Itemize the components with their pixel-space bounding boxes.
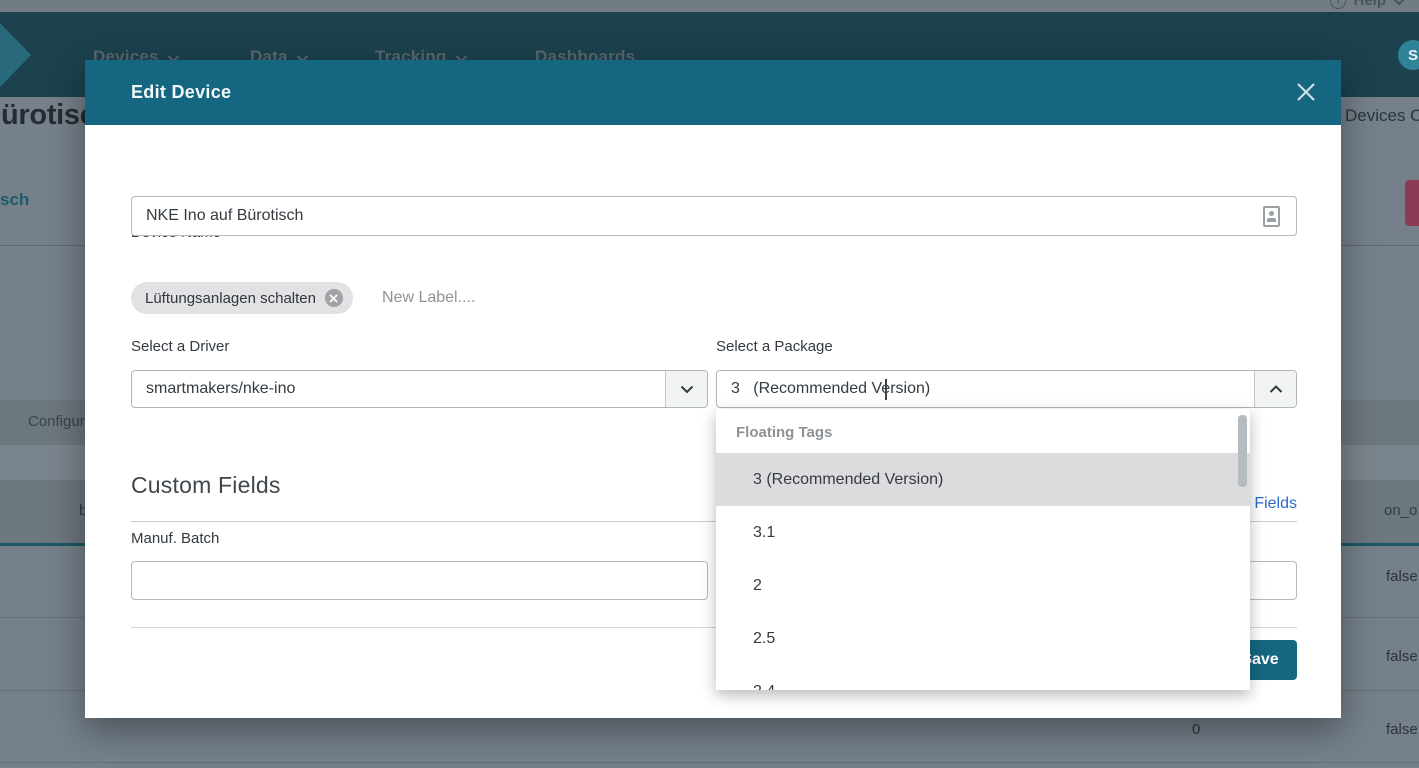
manuf-batch-input[interactable]: [131, 561, 708, 600]
chevron-up-icon: [1269, 385, 1283, 394]
package-select-label: Select a Package: [716, 338, 833, 355]
help-icon: ?: [1330, 0, 1346, 9]
dropdown-option[interactable]: 2.4: [716, 665, 1250, 690]
help-label: Help: [1353, 0, 1386, 9]
dropdown-group-label: Floating Tags: [736, 424, 832, 441]
manuf-batch-label: Manuf. Batch: [131, 530, 219, 547]
chevron-down-icon: [680, 385, 694, 394]
dropdown-option[interactable]: 3 (Recommended Version): [716, 453, 1250, 506]
modal-header: Edit Device: [85, 60, 1341, 125]
device-tab-fragment[interactable]: sch: [0, 190, 29, 210]
avatar-initial: S: [1408, 47, 1418, 64]
logo-arrow-icon: [0, 23, 31, 87]
driver-select-toggle[interactable]: [665, 371, 707, 407]
custom-fields-heading: Custom Fields: [131, 472, 281, 499]
divider: [0, 762, 1419, 763]
top-utility-bar: ? Help: [0, 0, 1419, 12]
package-select-toggle[interactable]: [1254, 371, 1296, 407]
label-chip-text: Lüftungsanlagen schalten: [145, 290, 316, 307]
device-name-value: NKE Ino auf Bürotisch: [146, 207, 303, 225]
dropdown-scrollbar[interactable]: [1238, 415, 1247, 487]
device-name-input[interactable]: NKE Ino auf Bürotisch: [131, 196, 1297, 236]
autofill-contact-icon[interactable]: [1263, 206, 1280, 227]
table-header-right-fragment: on_o: [1384, 502, 1417, 519]
dropdown-option[interactable]: 3.1: [716, 506, 1250, 559]
app-root: ? Help Devices Data Tracking Dashboards …: [0, 0, 1419, 768]
table-cell: false: [1386, 648, 1418, 665]
delete-button-fragment[interactable]: [1405, 180, 1419, 226]
close-icon[interactable]: [1295, 81, 1317, 103]
chevron-down-icon: [1393, 0, 1405, 6]
package-select[interactable]: 3 (Recommended Version): [716, 370, 1297, 408]
table-cell: 0: [1192, 721, 1200, 738]
modal-title: Edit Device: [131, 82, 231, 103]
package-dropdown: Floating Tags 3 (Recommended Version) 3.…: [716, 409, 1250, 690]
table-cell: false: [1386, 568, 1418, 585]
text-caret: [885, 379, 887, 400]
driver-select-label: Select a Driver: [131, 338, 229, 355]
label-chip[interactable]: Lüftungsanlagen schalten: [131, 282, 353, 314]
package-select-value: 3 (Recommended Version): [717, 380, 1254, 398]
new-label-input[interactable]: New Label....: [382, 289, 475, 307]
dropdown-option[interactable]: 2.5: [716, 612, 1250, 665]
table-cell: false: [1386, 721, 1418, 738]
help-menu[interactable]: ? Help: [1330, 0, 1405, 9]
breadcrumb-fragment: Devices Ov: [1345, 106, 1419, 126]
page-title-fragment: ürotisc: [1, 99, 96, 132]
remove-label-icon[interactable]: [325, 289, 343, 307]
driver-select-value: smartmakers/nke-ino: [132, 380, 665, 398]
driver-select[interactable]: smartmakers/nke-ino: [131, 370, 708, 408]
user-avatar[interactable]: S: [1398, 40, 1419, 70]
fields-link-fragment[interactable]: Fields: [1254, 495, 1297, 513]
configuration-tab-label: Configura: [28, 413, 93, 430]
dropdown-option[interactable]: 2: [716, 559, 1250, 612]
